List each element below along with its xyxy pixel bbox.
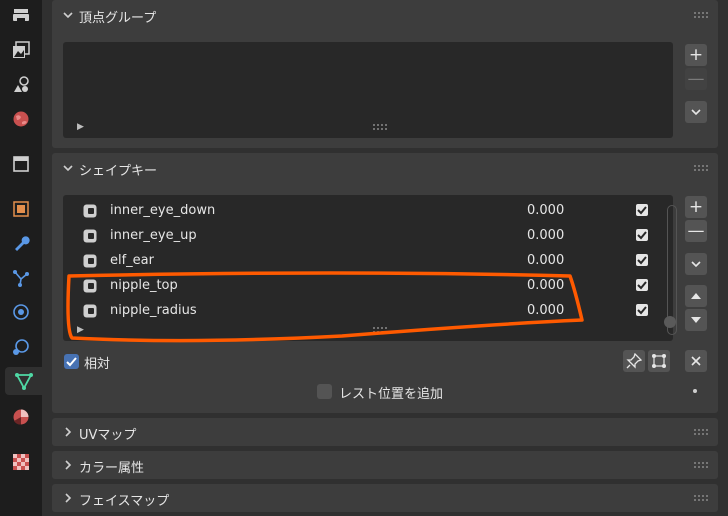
tab-material[interactable]: [7, 403, 35, 431]
tab-object-data[interactable]: [5, 367, 42, 395]
tab-particles[interactable]: [7, 264, 35, 292]
chevron-right-icon: [65, 427, 72, 437]
tab-collection[interactable]: [7, 150, 35, 178]
uv-maps-panel[interactable]: UVマップ: [52, 418, 718, 446]
drag-grip-icon[interactable]: [694, 429, 708, 435]
tab-physics[interactable]: [7, 298, 35, 326]
tab-object[interactable]: [7, 195, 35, 223]
constraint-icon: [13, 339, 29, 355]
color-attributes-panel[interactable]: カラー属性: [52, 451, 718, 479]
drag-grip-icon[interactable]: [694, 495, 708, 501]
physics-icon: [13, 304, 29, 320]
particles-icon: [13, 270, 29, 287]
chevron-right-icon: [65, 460, 72, 470]
tab-output[interactable]: [7, 2, 35, 30]
tab-world[interactable]: [7, 105, 35, 133]
printer-icon: [13, 9, 29, 23]
properties-content: 頂点グループ ▶ + — シェイプキー inner_eye_down 0.000: [42, 0, 728, 516]
box-icon: [13, 156, 29, 172]
face-maps-panel[interactable]: フェイスマップ: [52, 484, 718, 512]
properties-tab-bar: [0, 0, 42, 516]
face-maps-title: フェイスマップ: [79, 494, 170, 509]
mesh-data-icon: [14, 373, 33, 390]
material-icon: [13, 409, 29, 425]
tab-modifiers[interactable]: [7, 229, 35, 257]
chevron-right-icon: [65, 493, 72, 503]
tab-scene[interactable]: [7, 71, 35, 99]
color-attributes-title: カラー属性: [79, 461, 145, 476]
tab-texture[interactable]: [7, 448, 35, 476]
checker-icon: [13, 454, 29, 470]
wrench-icon: [15, 236, 30, 251]
tab-view-layer[interactable]: [7, 36, 35, 64]
scene-icon: [14, 76, 29, 92]
uv-maps-title: UVマップ: [79, 428, 137, 443]
tab-constraints[interactable]: [7, 333, 35, 361]
drag-grip-icon[interactable]: [694, 462, 708, 468]
world-icon: [13, 111, 29, 127]
object-icon: [13, 201, 29, 217]
image-stack-icon: [13, 41, 30, 58]
